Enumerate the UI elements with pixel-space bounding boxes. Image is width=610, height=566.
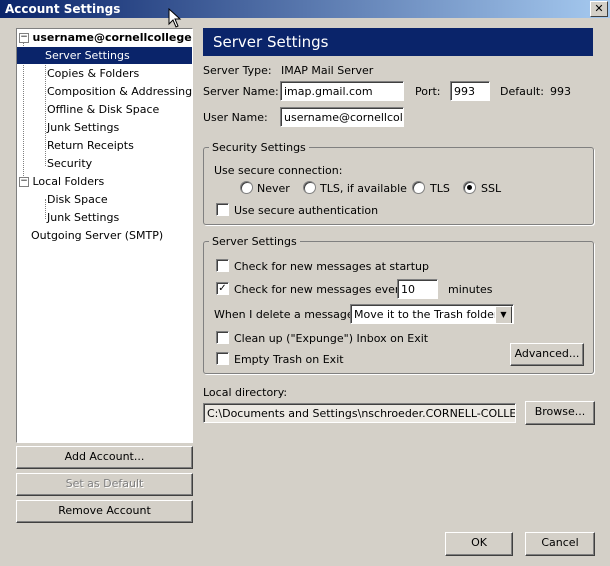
tree-item-local-junk[interactable]: Junk Settings: [47, 209, 119, 226]
server-type-label: Server Type:: [203, 64, 272, 77]
tree-item-junk[interactable]: Junk Settings: [47, 119, 119, 136]
radio-never-label: Never: [257, 182, 290, 195]
server-settings-legend: Server Settings: [209, 235, 300, 248]
account-tree[interactable]: − username@cornellcollege.... Server Set…: [16, 28, 193, 443]
chevron-down-icon[interactable]: ▼: [495, 306, 512, 323]
radio-tls-label: TLS: [430, 182, 450, 195]
expunge-label: Clean up ("Expunge") Inbox on Exit: [234, 332, 429, 345]
tree-item-composition[interactable]: Composition & Addressing: [47, 83, 192, 100]
minutes-label: minutes: [448, 283, 493, 296]
empty-trash-label: Empty Trash on Exit: [234, 353, 344, 366]
tree-item-label: Offline & Disk Space: [47, 103, 160, 116]
server-name-label: Server Name:: [203, 85, 279, 98]
tree-item-return-receipts[interactable]: Return Receipts: [47, 137, 134, 154]
check-every-checkbox[interactable]: ✓: [216, 282, 229, 295]
tree-item-outgoing-server[interactable]: Outgoing Server (SMTP): [31, 227, 163, 244]
tree-item-copies-folders[interactable]: Copies & Folders: [47, 65, 139, 82]
collapse-icon[interactable]: −: [19, 33, 29, 43]
tree-item-disk-space[interactable]: Disk Space: [47, 191, 108, 208]
advanced-button[interactable]: Advanced...: [510, 343, 584, 366]
radio-tls-if-available-label: TLS, if available: [320, 182, 407, 195]
radio-tls-if-available[interactable]: [303, 181, 316, 194]
mouse-cursor-icon: [168, 8, 182, 28]
local-directory-label: Local directory:: [203, 386, 288, 399]
tree-item-offline-disk[interactable]: Offline & Disk Space: [47, 101, 159, 118]
window-title: Account Settings: [5, 2, 121, 16]
check-every-label: Check for new messages every: [234, 283, 406, 296]
user-name-label: User Name:: [203, 111, 268, 124]
tree-item-security[interactable]: Security: [47, 155, 92, 172]
tree-item-account-label: username@cornellcollege....: [32, 31, 193, 44]
port-label: Port:: [415, 85, 441, 98]
check-interval-field[interactable]: 10: [397, 279, 438, 299]
security-settings-legend: Security Settings: [209, 141, 309, 154]
cancel-button[interactable]: Cancel: [525, 532, 595, 556]
tree-item-account[interactable]: − username@cornellcollege....: [19, 29, 193, 46]
ok-button[interactable]: OK: [445, 532, 513, 556]
secure-auth-label: Use secure authentication: [234, 204, 379, 217]
radio-ssl-label: SSL: [481, 182, 502, 195]
tree-item-label: Local Folders: [32, 175, 105, 188]
radio-tls[interactable]: [412, 181, 425, 194]
default-port-value: 993: [550, 85, 571, 98]
tree-item-label: Disk Space: [47, 193, 108, 206]
radio-never[interactable]: [240, 181, 253, 194]
delete-action-dropdown[interactable]: Move it to the Trash folder ▼: [350, 304, 514, 324]
remove-account-button[interactable]: Remove Account: [16, 500, 193, 523]
empty-trash-checkbox[interactable]: [216, 352, 229, 365]
tree-item-local-folders[interactable]: − Local Folders: [19, 173, 104, 190]
delete-message-label: When I delete a message:: [214, 308, 358, 321]
tree-item-server-settings[interactable]: Server Settings: [17, 47, 192, 64]
panel-header: Server Settings: [203, 28, 593, 56]
add-account-button[interactable]: Add Account...: [16, 446, 193, 469]
local-directory-field[interactable]: C:\Documents and Settings\nschroeder.COR…: [203, 403, 516, 423]
tree-item-label: Junk Settings: [47, 121, 120, 134]
user-name-field[interactable]: username@cornellcollege: [280, 107, 404, 127]
default-port-label: Default:: [500, 85, 544, 98]
use-secure-connection-label: Use secure connection:: [214, 164, 343, 177]
tree-item-label: Return Receipts: [47, 139, 134, 152]
set-default-button[interactable]: Set as Default: [16, 473, 193, 496]
check-startup-label: Check for new messages at startup: [234, 260, 429, 273]
tree-item-label: Security: [47, 157, 93, 170]
collapse-icon[interactable]: −: [19, 177, 29, 187]
tree-item-label: Server Settings: [45, 49, 130, 62]
tree-item-label: Composition & Addressing: [47, 85, 193, 98]
close-icon[interactable]: ✕: [590, 1, 608, 17]
port-field[interactable]: 993: [450, 81, 490, 101]
tree-item-label: Junk Settings: [47, 211, 120, 224]
tree-item-label: Copies & Folders: [47, 67, 140, 80]
radio-ssl[interactable]: [463, 181, 476, 194]
server-type-value: IMAP Mail Server: [281, 64, 374, 77]
expunge-checkbox[interactable]: [216, 331, 229, 344]
server-name-field[interactable]: imap.gmail.com: [280, 81, 404, 101]
tree-item-label: Outgoing Server (SMTP): [31, 229, 164, 242]
secure-auth-checkbox[interactable]: [216, 203, 229, 216]
check-startup-checkbox[interactable]: [216, 259, 229, 272]
delete-action-value: Move it to the Trash folder: [354, 308, 499, 321]
browse-button[interactable]: Browse...: [525, 401, 595, 425]
